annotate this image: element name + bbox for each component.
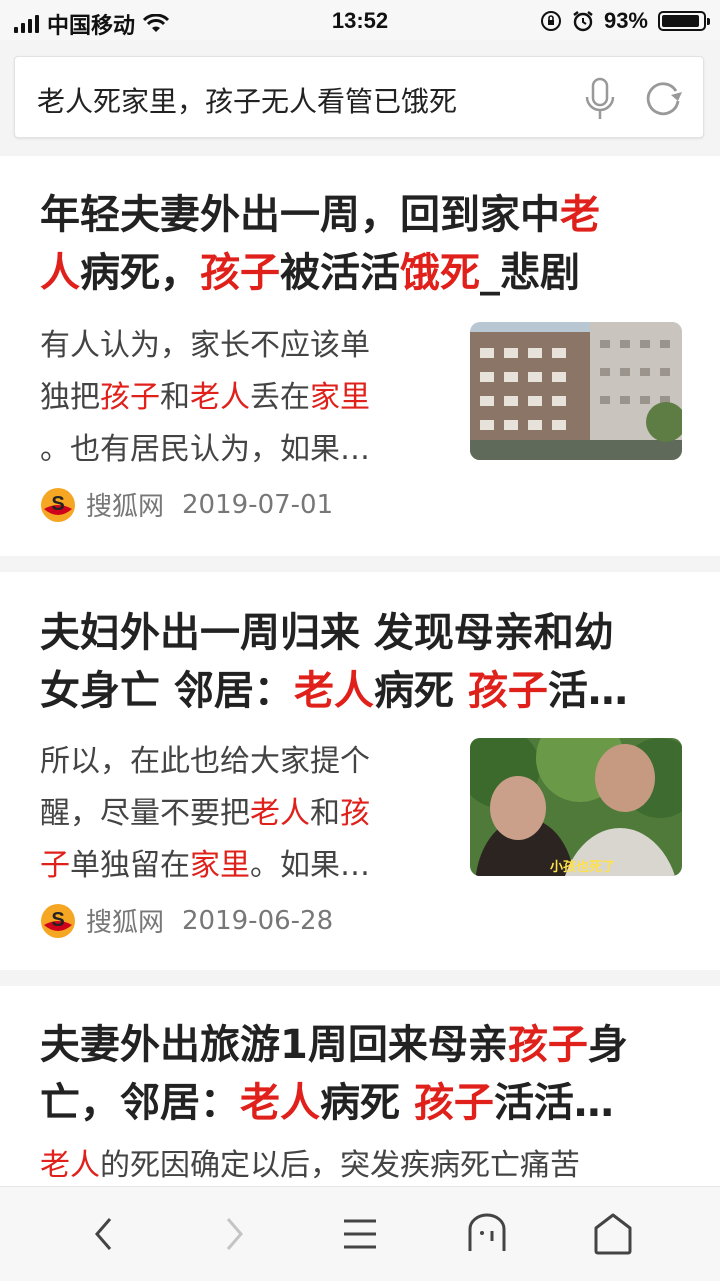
text-segment: 有人认为，家长不应该单	[40, 328, 370, 363]
highlight-keyword: 老人	[250, 796, 310, 831]
highlight-keyword: 老	[560, 192, 600, 238]
svg-text:S: S	[51, 493, 64, 515]
text-line: 独把孩子和老人丢在家里	[40, 372, 428, 424]
text-segment: 病死，	[80, 250, 200, 296]
text-segment: 所以，在此也给大家提个	[40, 744, 370, 779]
text-segment: 女身亡 邻居：	[40, 668, 294, 714]
highlight-keyword: 孩子	[507, 1022, 588, 1068]
search-box[interactable]: 老人死家里，孩子无人看管已饿死	[14, 56, 704, 138]
back-icon[interactable]	[80, 1209, 130, 1259]
text-segment: 单独留在	[70, 848, 190, 883]
text-line: 亡，邻居：老人病死 孩子活活…	[40, 1074, 688, 1132]
text-segment: 丢在	[250, 380, 310, 415]
search-header: 老人死家里，孩子无人看管已饿死	[0, 40, 720, 154]
search-query[interactable]: 老人死家里，孩子无人看管已饿死	[37, 80, 457, 120]
text-segment: 醒，尽量不要把	[40, 796, 250, 831]
text-segment: _悲剧	[480, 250, 580, 296]
highlight-keyword: 老人	[40, 1148, 100, 1183]
result-snippet: 老人的死因确定以后，突发疾病死亡痛苦	[40, 1140, 690, 1192]
search-result-card[interactable]: 年轻夫妻外出一周，回到家中老 人病死，孩子被活活饿死_悲剧 有人认为，家长不应该单…	[0, 156, 720, 556]
text-line: 醒，尽量不要把老人和孩	[40, 788, 428, 840]
text-line: 所以，在此也给大家提个	[40, 736, 428, 788]
highlight-keyword: 孩子	[413, 1080, 494, 1126]
text-line: 夫妻外出旅游1周回来母亲孩子身	[40, 1016, 688, 1074]
text-segment: 被活活	[280, 250, 400, 296]
text-segment: 独把	[40, 380, 100, 415]
result-snippet: 所以，在此也给大家提个 醒，尽量不要把老人和孩 子单独留在家里。如果…	[40, 736, 428, 892]
text-segment: 夫妻外出旅游1周回来母亲	[40, 1022, 508, 1068]
sohu-logo-icon: S	[41, 903, 75, 938]
thumbnail-caption: 小孩也死了	[550, 859, 616, 874]
text-segment: 。也有居民认为，如果…	[40, 432, 370, 467]
highlight-keyword: 孩子	[467, 668, 548, 714]
highlight-keyword: 孩	[340, 796, 370, 831]
refresh-icon[interactable]	[643, 77, 683, 117]
result-title[interactable]: 夫妇外出一周归来 发现母亲和幼 女身亡 邻居：老人病死 孩子活…	[40, 604, 688, 720]
home-page-icon[interactable]	[462, 1209, 512, 1259]
source-name: 搜狐网	[86, 908, 165, 938]
text-line: 老人的死因确定以后，突发疾病死亡痛苦	[40, 1140, 690, 1192]
highlight-keyword: 人	[40, 250, 80, 296]
browser-toolbar	[0, 1186, 720, 1281]
text-segment: 年轻夫妻外出一周，回到家中	[40, 192, 560, 238]
highlight-keyword: 孩子	[100, 380, 160, 415]
text-line: 有人认为，家长不应该单	[40, 320, 428, 372]
battery-percent: 93%	[603, 8, 648, 33]
text-segment: 病死	[320, 1080, 414, 1126]
result-thumbnail[interactable]	[470, 322, 682, 460]
text-segment: 活…	[547, 668, 628, 714]
highlight-keyword: 子	[40, 848, 70, 883]
result-source: S 搜狐网 2019-07-01	[40, 486, 333, 523]
microphone-icon[interactable]	[583, 77, 617, 121]
sohu-logo-icon: S	[41, 487, 75, 522]
text-segment: 和	[160, 380, 190, 415]
result-source: S 搜狐网 2019-06-28	[40, 902, 333, 939]
alarm-icon	[573, 11, 593, 32]
highlight-keyword: 家里	[190, 848, 250, 883]
highlight-keyword: 老人	[240, 1080, 320, 1126]
text-line: 女身亡 邻居：老人病死 孩子活…	[40, 662, 688, 720]
battery-level	[662, 15, 699, 27]
text-segment: 。如果…	[250, 848, 370, 883]
text-segment: 夫妇外出一周归来 发现母亲和幼	[40, 610, 614, 656]
search-result-card[interactable]: 夫妻外出旅游1周回来母亲孩子身 亡，邻居：老人病死 孩子活活… 老人的死因确定以后…	[0, 986, 720, 1186]
text-segment: 亡，邻居：	[40, 1080, 240, 1126]
text-line: 人病死，孩子被活活饿死_悲剧	[40, 244, 688, 302]
text-segment: 的死因确定以后，突发疾病死亡痛苦	[100, 1148, 580, 1183]
status-bar: 中国移动 13:52 93%	[0, 0, 720, 40]
svg-text:S: S	[51, 909, 64, 931]
text-segment: 身	[587, 1022, 628, 1068]
text-segment: 和	[310, 796, 340, 831]
result-snippet: 有人认为，家长不应该单 独把孩子和老人丢在家里 。也有居民认为，如果…	[40, 320, 428, 476]
result-thumbnail[interactable]: 小孩也死了	[470, 738, 682, 876]
highlight-keyword: 老人	[190, 380, 250, 415]
menu-icon[interactable]	[335, 1209, 385, 1259]
highlight-keyword: 孩子	[200, 250, 280, 296]
battery-icon	[658, 11, 710, 31]
result-title[interactable]: 年轻夫妻外出一周，回到家中老 人病死，孩子被活活饿死_悲剧	[40, 186, 688, 302]
text-line: 子单独留在家里。如果…	[40, 840, 428, 892]
highlight-keyword: 家里	[310, 380, 370, 415]
tabs-icon[interactable]	[588, 1209, 638, 1259]
publish-date: 2019-06-28	[182, 905, 334, 936]
forward-icon[interactable]	[208, 1209, 258, 1259]
highlight-keyword: 老人	[293, 668, 374, 714]
orientation-lock-icon	[540, 11, 561, 31]
text-line: 夫妇外出一周归来 发现母亲和幼	[40, 604, 688, 662]
source-name: 搜狐网	[86, 492, 165, 522]
result-title[interactable]: 夫妻外出旅游1周回来母亲孩子身 亡，邻居：老人病死 孩子活活…	[40, 1016, 688, 1132]
search-result-card[interactable]: 夫妇外出一周归来 发现母亲和幼 女身亡 邻居：老人病死 孩子活… 所以，在此也给大…	[0, 572, 720, 970]
publish-date: 2019-07-01	[182, 489, 334, 520]
text-segment: 活活…	[493, 1080, 614, 1126]
highlight-keyword: 饿死	[400, 250, 480, 296]
text-line: 。也有居民认为，如果…	[40, 424, 428, 476]
text-line: 年轻夫妻外出一周，回到家中老	[40, 186, 688, 244]
text-segment: 病死	[373, 668, 468, 714]
